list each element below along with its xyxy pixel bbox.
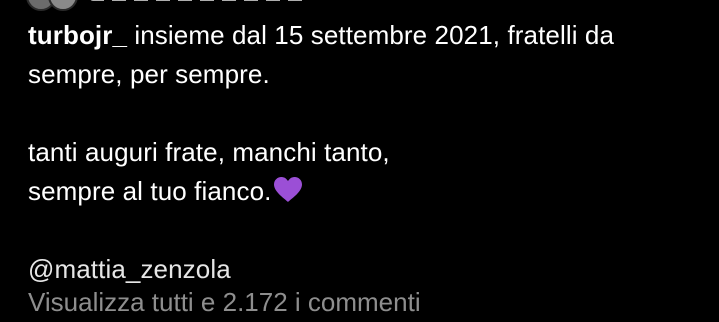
- avatar[interactable]: [48, 0, 78, 11]
- line-spacer: [28, 211, 708, 250]
- line-spacer: [28, 94, 708, 133]
- mention-link[interactable]: @mattia_zenzola: [28, 254, 231, 284]
- cropped-text: [90, 0, 310, 1]
- caption-line: sempre al tuo fianco.: [28, 172, 708, 211]
- caption-line: turbojr_ insieme dal 15 settembre 2021, …: [28, 16, 708, 55]
- purple-heart-icon: [273, 175, 303, 202]
- caption-text: sempre al tuo fianco.: [28, 176, 272, 206]
- post-caption: turbojr_ insieme dal 15 settembre 2021, …: [28, 16, 708, 289]
- caption-line: tanti auguri frate, manchi tanto,: [28, 137, 390, 167]
- caption-text: insieme dal 15 settembre 2021, fratelli …: [127, 20, 615, 50]
- caption-username[interactable]: turbojr_: [28, 20, 127, 50]
- view-all-comments-link[interactable]: Visualizza tutti e 2.172 i commenti: [28, 283, 421, 322]
- liked-by-strip: [26, 0, 310, 11]
- caption-line: sempre, per sempre.: [28, 59, 270, 89]
